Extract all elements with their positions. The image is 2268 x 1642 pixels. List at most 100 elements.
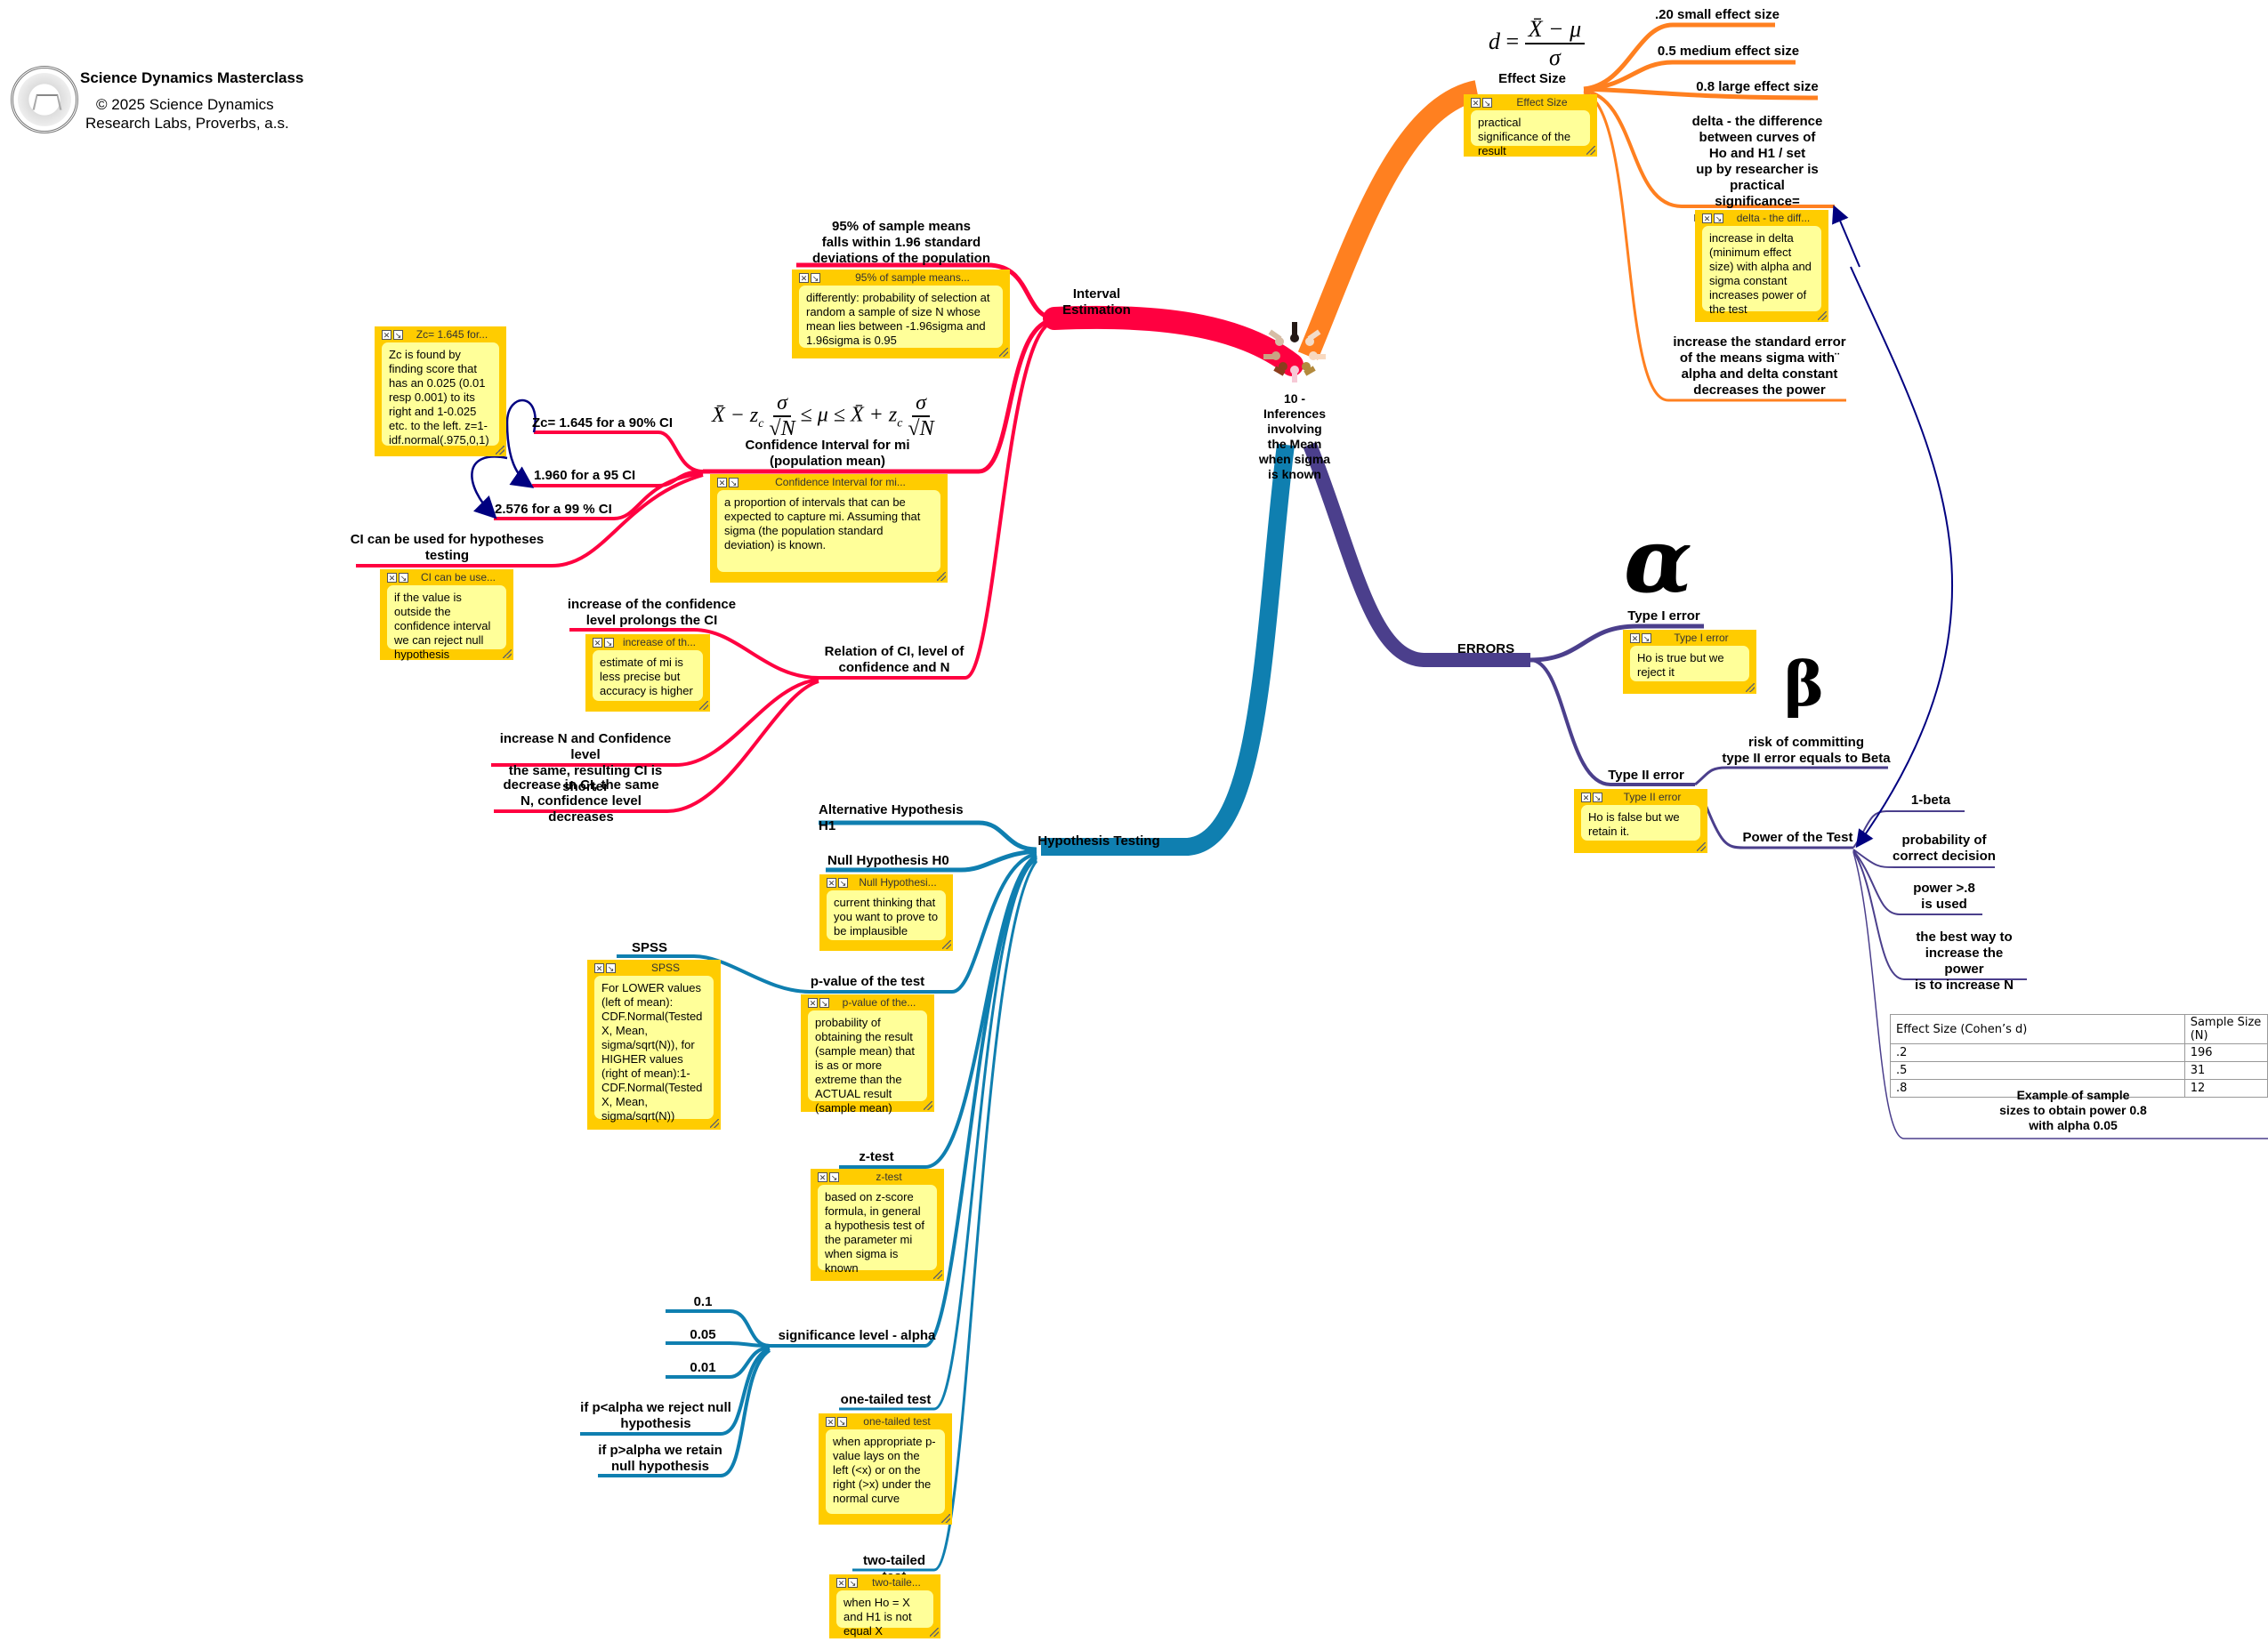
node-type1-error[interactable]: Type I error [1624,608,1704,624]
note-body: Ho is false but we retain it. [1581,805,1700,841]
node-power-1beta[interactable]: 1-beta [1904,793,1957,809]
node-null-hypothesis[interactable]: Null Hypothesis H0 [827,853,952,869]
resize-grip-icon[interactable] [1697,842,1706,851]
note-spss[interactable]: ✕ ↘ SPSS For LOWER values (left of mean): … [587,960,721,1130]
node-power-probability[interactable]: probability of correct decision [1891,833,1998,865]
close-icon[interactable]: ✕ [808,997,818,1008]
close-icon[interactable]: ✕ [1471,97,1481,108]
note-one-tailed[interactable]: ✕ ↘ one-tailed test when appropriate p-val… [819,1413,952,1525]
resize-grip-icon[interactable] [710,1119,719,1128]
expand-icon[interactable]: ↘ [1482,97,1492,108]
node-rel-increase-confidence[interactable]: increase of the confidence level prolong… [565,597,739,629]
close-icon[interactable]: ✕ [826,1416,835,1427]
close-icon[interactable]: ✕ [382,329,391,340]
node-alpha-reject[interactable]: if p<alpha we reject null hypothesis [580,1400,731,1432]
close-icon[interactable]: ✕ [594,962,604,973]
close-icon[interactable]: ✕ [717,477,727,487]
resize-grip-icon[interactable] [1586,146,1595,155]
node-power-best-way[interactable]: the best way to increase the power is to… [1904,930,2024,994]
node-significance-alpha[interactable]: significance level - alpha [777,1328,937,1344]
close-icon[interactable]: ✕ [1630,632,1640,643]
node-power[interactable]: Power of the Test [1742,830,1853,846]
note-delta[interactable]: ✕ ↘ delta - the diff... increase in delta … [1695,210,1828,322]
note-effect-size[interactable]: ✕ ↘ Effect Size practical significance of … [1464,94,1597,157]
node-spss[interactable]: SPSS [623,940,676,956]
expand-icon[interactable]: ↘ [606,962,616,973]
expand-icon[interactable]: ↘ [837,1416,847,1427]
node-std-error[interactable]: increase the standard error of the means… [1673,334,1846,398]
close-icon[interactable]: ✕ [818,1171,827,1182]
node-hypothesis-testing[interactable]: Hypothesis Testing [1037,833,1161,849]
node-confidence-interval[interactable]: Confidence Interval for mi (population m… [739,438,916,470]
resize-grip-icon[interactable] [942,940,951,949]
resize-grip-icon[interactable] [941,1514,950,1523]
node-alpha-005[interactable]: 0.05 [683,1327,722,1343]
resize-grip-icon[interactable] [999,348,1008,357]
expand-icon[interactable]: ↘ [604,637,614,648]
close-icon[interactable]: ✕ [836,1577,846,1588]
node-interval-estimation[interactable]: Interval Estimation [1050,286,1143,318]
node-table-caption[interactable]: Example of sample sizes to obtain power … [1984,1088,2162,1133]
node-z-95[interactable]: 1.960 for a 95 CI [534,468,667,484]
note-z-test[interactable]: ✕ ↘ z-test based on z-score formula, in ge… [811,1169,944,1281]
node-rel-decrease-ci[interactable]: decrease in CI, the same N, confidence l… [488,777,674,825]
note-sample-means[interactable]: ✕ ↘ 95% of sample means... differently: pr… [792,270,1010,358]
node-medium-effect[interactable]: 0.5 medium effect size [1651,44,1806,60]
expand-icon[interactable]: ↘ [829,1171,839,1182]
note-zc[interactable]: ✕ ↘ Zc= 1.645 for... Zc is found by findin… [375,326,506,456]
close-icon[interactable]: ✕ [1702,213,1712,223]
node-ci-hypotheses[interactable]: CI can be used for hypotheses testing [347,532,547,564]
resize-grip-icon[interactable] [496,446,504,455]
node-zc-90[interactable]: Zc= 1.645 for a 90% CI [532,415,674,431]
node-large-effect[interactable]: 0.8 large effect size [1691,79,1824,95]
node-relation[interactable]: Relation of CI, level of confidence and … [814,644,974,676]
node-type2-error[interactable]: Type II error [1602,768,1691,784]
node-power-08[interactable]: power >.8 is used [1909,881,1980,913]
note-title: p-value of the... [842,996,916,1009]
node-z-test[interactable]: z-test [850,1149,903,1165]
node-type2-risk[interactable]: risk of committing type II error equals … [1717,735,1895,767]
node-alternative-hypothesis[interactable]: Alternative Hypothesis H1 [819,802,983,834]
note-confidence-interval[interactable]: ✕ ↘ Confidence Interval for mi... a propor… [710,474,948,583]
close-icon[interactable]: ✕ [827,877,836,888]
node-alpha-retain[interactable]: if p>alpha we retain null hypothesis [598,1443,722,1475]
note-relation[interactable]: ✕ ↘ increase of th... estimate of mi is le… [585,634,710,712]
node-z-99[interactable]: 2.576 for a 99 % CI [495,502,628,518]
note-ci-hypotheses[interactable]: ✕ ↘ CI can be use... if the value is outsi… [380,569,513,661]
close-icon[interactable]: ✕ [387,572,397,583]
note-type1-error[interactable]: ✕ ↘ Type I error Ho is true but we reject … [1623,630,1756,694]
resize-grip-icon[interactable] [1818,311,1827,320]
node-errors[interactable]: ERRORS [1450,641,1521,657]
expand-icon[interactable]: ↘ [838,877,848,888]
resize-grip-icon[interactable] [930,1628,939,1637]
resize-grip-icon[interactable] [924,1101,932,1110]
resize-grip-icon[interactable] [1746,683,1755,692]
expand-icon[interactable]: ↘ [729,477,739,487]
note-type2-error[interactable]: ✕ ↘ Type II error Ho is false but we retai… [1574,789,1707,853]
resize-grip-icon[interactable] [937,572,946,581]
node-effect-size[interactable]: Effect Size [1488,71,1577,87]
node-alpha-001[interactable]: 0.01 [683,1360,722,1376]
node-one-tailed[interactable]: one-tailed test [839,1392,932,1408]
expand-icon[interactable]: ↘ [848,1577,858,1588]
note-null-hypothesis[interactable]: ✕ ↘ Null Hypothesi... current thinking tha… [819,874,953,951]
expand-icon[interactable]: ↘ [399,572,408,583]
expand-icon[interactable]: ↘ [1714,213,1723,223]
expand-icon[interactable]: ↘ [811,272,820,283]
resize-grip-icon[interactable] [699,701,708,710]
expand-icon[interactable]: ↘ [1642,632,1651,643]
close-icon[interactable]: ✕ [593,637,602,648]
expand-icon[interactable]: ↘ [1593,792,1602,802]
note-p-value[interactable]: ✕ ↘ p-value of the... probability of obtai… [801,994,934,1115]
node-p-value[interactable]: p-value of the test [810,974,925,990]
close-icon[interactable]: ✕ [1581,792,1591,802]
node-small-effect[interactable]: .20 small effect size [1651,7,1784,23]
note-two-tailed[interactable]: ✕ ↘ two-taile... when Ho = X and H1 is not… [829,1574,940,1638]
resize-grip-icon[interactable] [503,649,512,658]
central-topic[interactable]: 10 - Inferences involving the Mean when … [1246,320,1344,481]
expand-icon[interactable]: ↘ [819,997,829,1008]
resize-grip-icon[interactable] [933,1270,942,1279]
close-icon[interactable]: ✕ [799,272,809,283]
node-alpha-01[interactable]: 0.1 [685,1294,721,1310]
expand-icon[interactable]: ↘ [393,329,403,340]
